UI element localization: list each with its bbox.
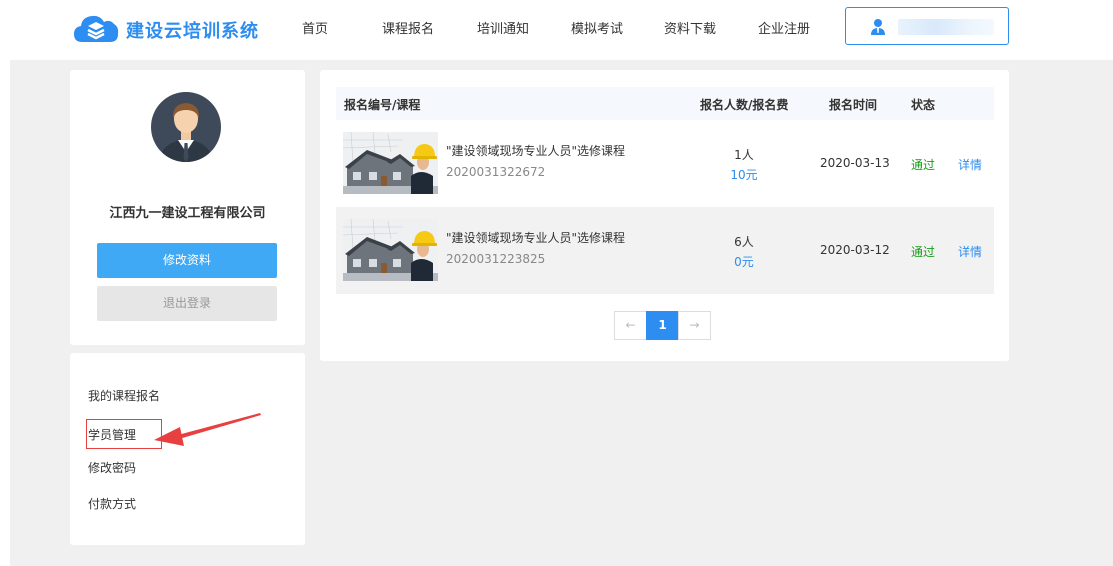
nav-home[interactable]: 首页 [302,18,328,37]
course-thumbnail [343,219,438,281]
table-row: "建设领域现场专业人员"选修课程 2020031322672 1人 10元 20… [336,120,994,207]
status-badge: 通过 [911,245,936,259]
signup-number: 2020031322672 [446,165,546,179]
table-row: "建设领域现场专业人员"选修课程 2020031223825 6人 0元 202… [336,207,994,294]
signup-fee: 10元 [730,168,758,182]
header-course: 报名编号/课程 [344,98,421,112]
pagination: ← 1 → [614,311,711,340]
header-time: 报名时间 [829,98,878,112]
signup-date: 2020-03-13 [820,156,890,170]
signup-fee: 0元 [734,255,754,269]
signup-number: 2020031223825 [446,252,546,266]
annotation-arrow-icon [150,410,262,448]
site-logo[interactable]: 建设云培训系统 [72,12,259,48]
course-title[interactable]: "建设领域现场专业人员"选修课程 [446,142,625,159]
next-page-button[interactable]: → [678,311,711,340]
logo-text: 建设云培训系统 [126,21,259,42]
profile-card: 江西九一建设工程有限公司 修改资料 退出登录 [70,70,305,345]
avatar [151,92,221,162]
detail-link[interactable]: 详情 [958,243,982,260]
header-status: 状态 [911,98,936,112]
nav-training-notice[interactable]: 培训通知 [477,18,529,37]
signup-count: 6人 [734,235,754,249]
menu-student-management[interactable]: 学员管理 [88,426,136,443]
nav-downloads[interactable]: 资料下载 [664,18,716,37]
course-title[interactable]: "建设领域现场专业人员"选修课程 [446,229,625,246]
header-count-fee: 报名人数/报名费 [700,98,789,112]
logout-button[interactable]: 退出登录 [97,286,277,321]
user-account-button[interactable] [845,7,1009,45]
menu-payment-method[interactable]: 付款方式 [88,495,136,512]
user-icon [870,18,886,36]
company-name: 江西九一建设工程有限公司 [109,206,266,221]
detail-link[interactable]: 详情 [958,156,982,173]
edit-profile-button[interactable]: 修改资料 [97,243,277,278]
course-signup-table: 报名编号/课程 报名人数/报名费 报名时间 状态 "建设领域现场专业人员"选修课… [320,70,1009,361]
page-1-button[interactable]: 1 [646,311,679,340]
table-header: 报名编号/课程 报名人数/报名费 报名时间 状态 [336,87,994,120]
side-menu: 我的课程报名 学员管理 修改密码 付款方式 [70,353,305,545]
nav-mock-exam[interactable]: 模拟考试 [571,18,623,37]
signup-date: 2020-03-12 [820,243,890,257]
menu-my-course-signups[interactable]: 我的课程报名 [88,387,160,404]
status-badge: 通过 [911,158,936,172]
nav-course-signup[interactable]: 课程报名 [382,18,434,37]
menu-change-password[interactable]: 修改密码 [88,459,136,476]
nav-company-register[interactable]: 企业注册 [758,18,810,37]
prev-page-button[interactable]: ← [614,311,647,340]
top-header: 建设云培训系统 首页 课程报名 培训通知 模拟考试 资料下载 企业注册 [0,0,1113,60]
course-thumbnail [343,132,438,194]
cloud-logo-icon [72,12,120,48]
signup-count: 1人 [734,148,754,162]
user-name-redacted [898,19,994,35]
